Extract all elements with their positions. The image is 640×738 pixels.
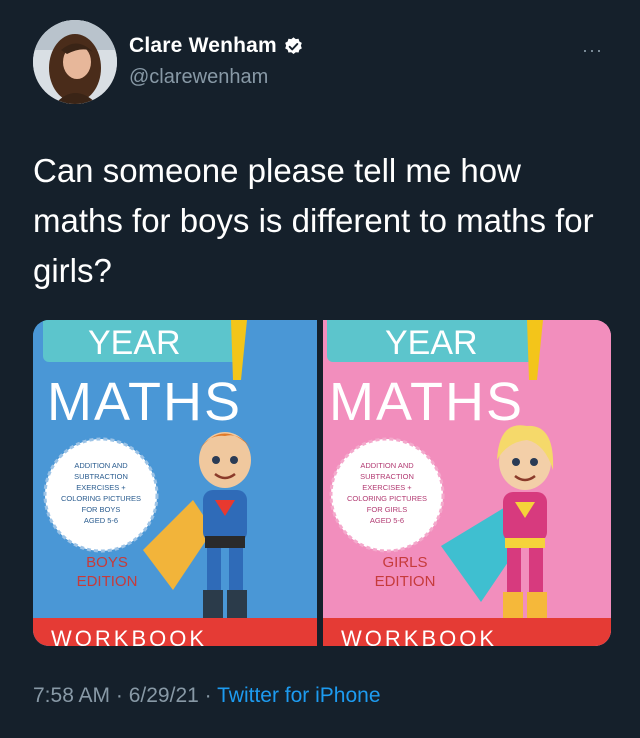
- boys-cover-art: YEAR MATHS ADDITION AND SUBTRACTION EXER…: [33, 320, 317, 646]
- boys-edition-line2: EDITION: [77, 573, 138, 590]
- tweet-media[interactable]: YEAR MATHS ADDITION AND SUBTRACTION EXER…: [33, 320, 611, 646]
- tweet-meta: 7:58 AM · 6/29/21 · Twitter for iPhone: [33, 684, 381, 708]
- girls-badge-line: AGED 5-6: [370, 516, 404, 525]
- boys-edition-line1: BOYS: [86, 554, 128, 571]
- girls-year-label: YEAR: [385, 324, 478, 362]
- girls-title: MATHS: [329, 372, 524, 432]
- tweet-source-link[interactable]: Twitter for iPhone: [217, 684, 380, 707]
- author-name[interactable]: Clare Wenham: [129, 34, 304, 58]
- boys-badge-line: ADDITION AND: [74, 461, 128, 470]
- boys-badge-line: EXERCISES +: [76, 483, 126, 492]
- boys-badge-line: AGED 5-6: [84, 516, 118, 525]
- author-avatar[interactable]: [33, 20, 117, 104]
- boys-title: MATHS: [47, 372, 242, 432]
- tweet-date[interactable]: 6/29/21: [129, 684, 199, 707]
- verified-badge-icon: [285, 36, 302, 54]
- boys-badge-line: COLORING PICTURES: [61, 494, 141, 503]
- boys-badge-line: SUBTRACTION: [74, 472, 128, 481]
- girls-badge-line: SUBTRACTION: [360, 472, 414, 481]
- girls-badge-line: COLORING PICTURES: [347, 494, 427, 503]
- girls-workbook-cover[interactable]: YEAR MATHS ADDITION AND SUBTRACTION EXER…: [323, 320, 611, 646]
- girls-cover-art: YEAR MATHS ADDITION AND SUBTRACTION EXER…: [323, 320, 611, 646]
- girls-badge-line: FOR GIRLS: [367, 505, 407, 514]
- author-handle[interactable]: @clarewenham: [129, 66, 268, 89]
- avatar-image: [33, 20, 117, 104]
- display-name[interactable]: Clare Wenham: [129, 34, 277, 58]
- boys-badge-line: FOR BOYS: [82, 505, 121, 514]
- boys-workbook-cover[interactable]: YEAR MATHS ADDITION AND SUBTRACTION EXER…: [33, 320, 317, 646]
- meta-separator: ·: [110, 684, 129, 707]
- girls-badge-line: ADDITION AND: [360, 461, 414, 470]
- girls-footer: WORKBOOK: [341, 626, 497, 646]
- tweet-time[interactable]: 7:58 AM: [33, 684, 110, 707]
- tweet-text: Can someone please tell me how maths for…: [33, 152, 594, 289]
- girls-edition-line2: EDITION: [375, 573, 436, 590]
- more-options-icon[interactable]: ···: [582, 40, 603, 61]
- girls-badge-line: EXERCISES +: [362, 483, 412, 492]
- meta-separator: ·: [198, 684, 218, 707]
- girls-edition-line1: GIRLS: [382, 554, 427, 571]
- boys-footer: WORKBOOK: [51, 626, 207, 646]
- boys-year-label: YEAR: [88, 324, 181, 362]
